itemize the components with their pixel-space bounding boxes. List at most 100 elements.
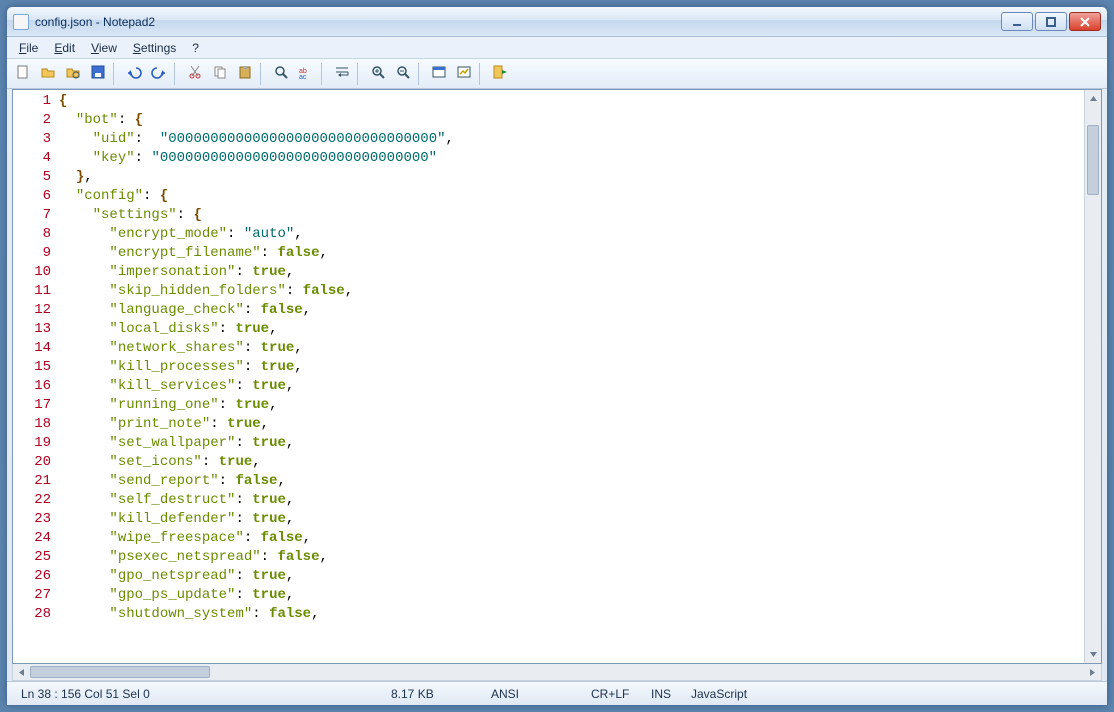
code-line[interactable]: "send_report": false, — [59, 472, 1084, 491]
app-icon — [13, 14, 29, 30]
close-button[interactable] — [1069, 12, 1101, 31]
toolbar-separator — [418, 63, 424, 85]
open-icon — [40, 64, 56, 83]
app-window: config.json - Notepad2 FileEditViewSetti… — [6, 6, 1108, 706]
menu-help[interactable]: ? — [184, 39, 207, 57]
find-button[interactable] — [269, 62, 293, 86]
menu-view[interactable]: View — [83, 39, 125, 57]
save-button[interactable] — [86, 62, 110, 86]
code-line[interactable]: "key": "00000000000000000000000000000000… — [59, 149, 1084, 168]
exit-icon — [492, 64, 508, 83]
code-line[interactable]: "set_icons": true, — [59, 453, 1084, 472]
vertical-scrollbar[interactable] — [1084, 90, 1101, 663]
undo-button[interactable] — [122, 62, 146, 86]
line-number-gutter: 1234567891011121314151617181920212223242… — [13, 90, 57, 663]
status-eol: CR+LF — [583, 687, 643, 701]
paste-icon — [237, 64, 253, 83]
maximize-button[interactable] — [1035, 12, 1067, 31]
menu-file[interactable]: File — [11, 39, 46, 57]
toolbar: abac — [7, 59, 1107, 89]
window-controls — [1001, 12, 1101, 31]
redo-button[interactable] — [147, 62, 171, 86]
new-button[interactable] — [11, 62, 35, 86]
window-title: config.json - Notepad2 — [35, 15, 1001, 29]
copy-icon — [212, 64, 228, 83]
save-icon — [90, 64, 106, 83]
toolbar-separator — [113, 63, 119, 85]
toolbar-separator — [321, 63, 327, 85]
customize-icon — [456, 64, 472, 83]
wordwrap-button[interactable] — [330, 62, 354, 86]
code-line[interactable]: "psexec_netspread": false, — [59, 548, 1084, 567]
open-button[interactable] — [36, 62, 60, 86]
code-line[interactable]: "wipe_freespace": false, — [59, 529, 1084, 548]
browse-icon — [65, 64, 81, 83]
scroll-thumb[interactable] — [1087, 125, 1099, 195]
editor: 1234567891011121314151617181920212223242… — [12, 89, 1102, 664]
status-bar: Ln 38 : 156 Col 51 Sel 0 8.17 KB ANSI CR… — [7, 681, 1107, 705]
replace-button[interactable]: abac — [294, 62, 318, 86]
scheme-icon — [431, 64, 447, 83]
code-line[interactable]: "language_check": false, — [59, 301, 1084, 320]
copy-button[interactable] — [208, 62, 232, 86]
customize-button[interactable] — [452, 62, 476, 86]
cut-button[interactable] — [183, 62, 207, 86]
code-line[interactable]: "network_shares": true, — [59, 339, 1084, 358]
status-encoding: ANSI — [483, 687, 583, 701]
code-line[interactable]: "running_one": true, — [59, 396, 1084, 415]
toolbar-separator — [260, 63, 266, 85]
code-area[interactable]: { "bot": { "uid": "000000000000000000000… — [57, 90, 1084, 663]
status-insert-mode: INS — [643, 687, 683, 701]
scheme-button[interactable] — [427, 62, 451, 86]
title-bar[interactable]: config.json - Notepad2 — [7, 7, 1107, 37]
code-line[interactable]: "skip_hidden_folders": false, — [59, 282, 1084, 301]
undo-icon — [126, 64, 142, 83]
code-line[interactable]: "settings": { — [59, 206, 1084, 225]
code-line[interactable]: "impersonation": true, — [59, 263, 1084, 282]
status-language: JavaScript — [683, 687, 755, 701]
browse-button[interactable] — [61, 62, 85, 86]
code-line[interactable]: "kill_defender": true, — [59, 510, 1084, 529]
exit-button[interactable] — [488, 62, 512, 86]
svg-text:ac: ac — [299, 74, 307, 80]
code-line[interactable]: "bot": { — [59, 111, 1084, 130]
zoom-in-button[interactable] — [366, 62, 390, 86]
code-line[interactable]: "encrypt_filename": false, — [59, 244, 1084, 263]
redo-icon — [151, 64, 167, 83]
code-line[interactable]: "print_note": true, — [59, 415, 1084, 434]
scroll-thumb-h[interactable] — [30, 666, 210, 678]
find-icon — [273, 64, 289, 83]
replace-icon: abac — [298, 64, 314, 83]
code-line[interactable]: "shutdown_system": false, — [59, 605, 1084, 624]
code-line[interactable]: "self_destruct": true, — [59, 491, 1084, 510]
paste-button[interactable] — [233, 62, 257, 86]
toolbar-separator — [174, 63, 180, 85]
scroll-right-icon[interactable] — [1084, 664, 1101, 680]
zoom-in-icon — [370, 64, 386, 83]
code-line[interactable]: "config": { — [59, 187, 1084, 206]
scroll-track[interactable] — [1085, 107, 1101, 646]
code-line[interactable]: "local_disks": true, — [59, 320, 1084, 339]
code-line[interactable]: "kill_processes": true, — [59, 358, 1084, 377]
code-line[interactable]: "set_wallpaper": true, — [59, 434, 1084, 453]
code-line[interactable]: "gpo_ps_update": true, — [59, 586, 1084, 605]
zoom-out-icon — [395, 64, 411, 83]
code-line[interactable]: "uid": "00000000000000000000000000000000… — [59, 130, 1084, 149]
code-line[interactable]: { — [59, 92, 1084, 111]
horizontal-scrollbar[interactable] — [12, 664, 1102, 681]
status-position: Ln 38 : 156 Col 51 Sel 0 — [13, 687, 383, 701]
code-line[interactable]: "encrypt_mode": "auto", — [59, 225, 1084, 244]
cut-icon — [187, 64, 203, 83]
scroll-up-icon[interactable] — [1085, 90, 1101, 107]
menu-settings[interactable]: Settings — [125, 39, 184, 57]
code-line[interactable]: "kill_services": true, — [59, 377, 1084, 396]
code-line[interactable]: }, — [59, 168, 1084, 187]
zoom-out-button[interactable] — [391, 62, 415, 86]
code-line[interactable]: "gpo_netspread": true, — [59, 567, 1084, 586]
scroll-left-icon[interactable] — [13, 664, 30, 680]
minimize-button[interactable] — [1001, 12, 1033, 31]
scroll-down-icon[interactable] — [1085, 646, 1101, 663]
menu-edit[interactable]: Edit — [46, 39, 83, 57]
wordwrap-icon — [334, 64, 350, 83]
scroll-track-h[interactable] — [30, 664, 1084, 680]
